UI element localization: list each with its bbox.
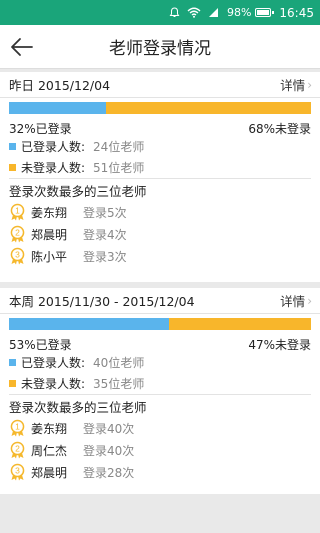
- legend-swatch-not-logged: [9, 164, 16, 171]
- top-teacher-row: 2 周仁杰 登录40次: [0, 439, 320, 461]
- signal-icon: [208, 7, 219, 18]
- not-logged-segment: [169, 318, 311, 330]
- chevron-right-icon: ›: [307, 293, 312, 308]
- daily-login-card: 昨日 2015/12/04 详情 › 32%已登录 68%未登录 已登录人数: …: [0, 72, 320, 282]
- weekly-login-card: 本周 2015/11/30 - 2015/12/04 详情 › 53%已登录 4…: [0, 288, 320, 494]
- logged-percent: 32%已登录: [9, 121, 72, 136]
- notification-icon: [169, 7, 180, 18]
- status-bar: 98% 16:45: [0, 0, 320, 25]
- page-title: 老师登录情况: [109, 39, 211, 59]
- card-header: 本周 2015/11/30 - 2015/12/04 详情 ›: [0, 288, 320, 314]
- percent-row: 32%已登录 68%未登录: [0, 120, 320, 136]
- teacher-name: 周仁杰: [31, 443, 68, 458]
- battery-percent: 98%: [226, 6, 252, 19]
- card-header: 昨日 2015/12/04 详情 ›: [0, 72, 320, 98]
- not-logged-percent: 68%未登录: [248, 121, 311, 136]
- medal-icon: 3: [9, 463, 26, 481]
- legend-label: 未登录人数:: [21, 377, 86, 391]
- login-count: 登录5次: [83, 205, 127, 220]
- not-logged-segment: [105, 102, 311, 114]
- legend-label: 已登录人数:: [21, 356, 86, 370]
- legend-label: 未登录人数:: [21, 161, 86, 175]
- battery-icon: [255, 8, 275, 17]
- medal-icon: 2: [9, 441, 26, 459]
- medal-icon: 3: [9, 247, 26, 265]
- arrow-left-icon: [11, 38, 33, 56]
- top-teacher-row: 1 姜东翔 登录5次: [0, 201, 320, 223]
- teacher-name: 姜东翔: [31, 205, 68, 220]
- top-teacher-row: 2 郑晨明 登录4次: [0, 223, 320, 245]
- legend-value: 51位老师: [93, 161, 145, 175]
- period-label: 昨日 2015/12/04: [9, 78, 111, 93]
- login-progress-bar: [9, 318, 311, 330]
- svg-text:2: 2: [15, 444, 20, 454]
- top-teacher-row: 3 郑晨明 登录28次: [0, 461, 320, 483]
- teacher-name: 郑晨明: [31, 465, 68, 480]
- svg-text:1: 1: [15, 206, 20, 216]
- legend-value: 40位老师: [93, 356, 145, 370]
- medal-icon: 1: [9, 419, 26, 437]
- not-logged-percent: 47%未登录: [248, 337, 311, 352]
- teacher-name: 姜东翔: [31, 421, 68, 436]
- medal-icon: 1: [9, 203, 26, 221]
- legend-logged: 已登录人数: 24位老师: [0, 136, 320, 157]
- wifi-icon: [187, 7, 201, 18]
- legend-swatch-logged: [9, 359, 16, 366]
- legend-swatch-logged: [9, 143, 16, 150]
- legend-swatch-not-logged: [9, 380, 16, 387]
- legend-logged: 已登录人数: 40位老师: [0, 352, 320, 373]
- period-label: 本周 2015/11/30 - 2015/12/04: [9, 294, 195, 309]
- detail-label: 详情: [280, 78, 306, 93]
- logged-segment: [9, 102, 106, 114]
- medal-icon: 2: [9, 225, 26, 243]
- login-count: 登录28次: [83, 465, 135, 480]
- svg-text:1: 1: [15, 422, 20, 432]
- top-teacher-row: 3 陈小平 登录3次: [0, 245, 320, 267]
- legend-value: 35位老师: [93, 377, 145, 391]
- top-teachers-title: 登录次数最多的三位老师: [9, 183, 147, 199]
- login-count: 登录4次: [83, 227, 127, 242]
- login-count: 登录3次: [83, 249, 127, 264]
- back-button[interactable]: [10, 35, 36, 59]
- legend-value: 24位老师: [93, 140, 145, 154]
- percent-row: 53%已登录 47%未登录: [0, 336, 320, 352]
- detail-label: 详情: [280, 294, 306, 309]
- logged-segment: [9, 318, 170, 330]
- svg-text:3: 3: [15, 250, 20, 260]
- logged-percent: 53%已登录: [9, 337, 72, 352]
- svg-text:3: 3: [15, 466, 20, 476]
- status-time: 16:45: [279, 5, 314, 20]
- teacher-name: 陈小平: [31, 249, 68, 264]
- teacher-name: 郑晨明: [31, 227, 68, 242]
- login-progress-bar: [9, 102, 311, 114]
- app-bar: 老师登录情况: [0, 25, 320, 69]
- login-count: 登录40次: [83, 443, 135, 458]
- login-count: 登录40次: [83, 421, 135, 436]
- top-teacher-row: 1 姜东翔 登录40次: [0, 417, 320, 439]
- detail-link[interactable]: 详情 ›: [280, 75, 312, 94]
- top-teachers-title: 登录次数最多的三位老师: [9, 399, 147, 415]
- legend-not-logged: 未登录人数: 35位老师: [0, 373, 320, 394]
- chevron-right-icon: ›: [307, 77, 312, 92]
- svg-text:2: 2: [15, 228, 20, 238]
- legend-label: 已登录人数:: [21, 140, 86, 154]
- detail-link[interactable]: 详情 ›: [280, 291, 312, 310]
- legend-not-logged: 未登录人数: 51位老师: [0, 157, 320, 178]
